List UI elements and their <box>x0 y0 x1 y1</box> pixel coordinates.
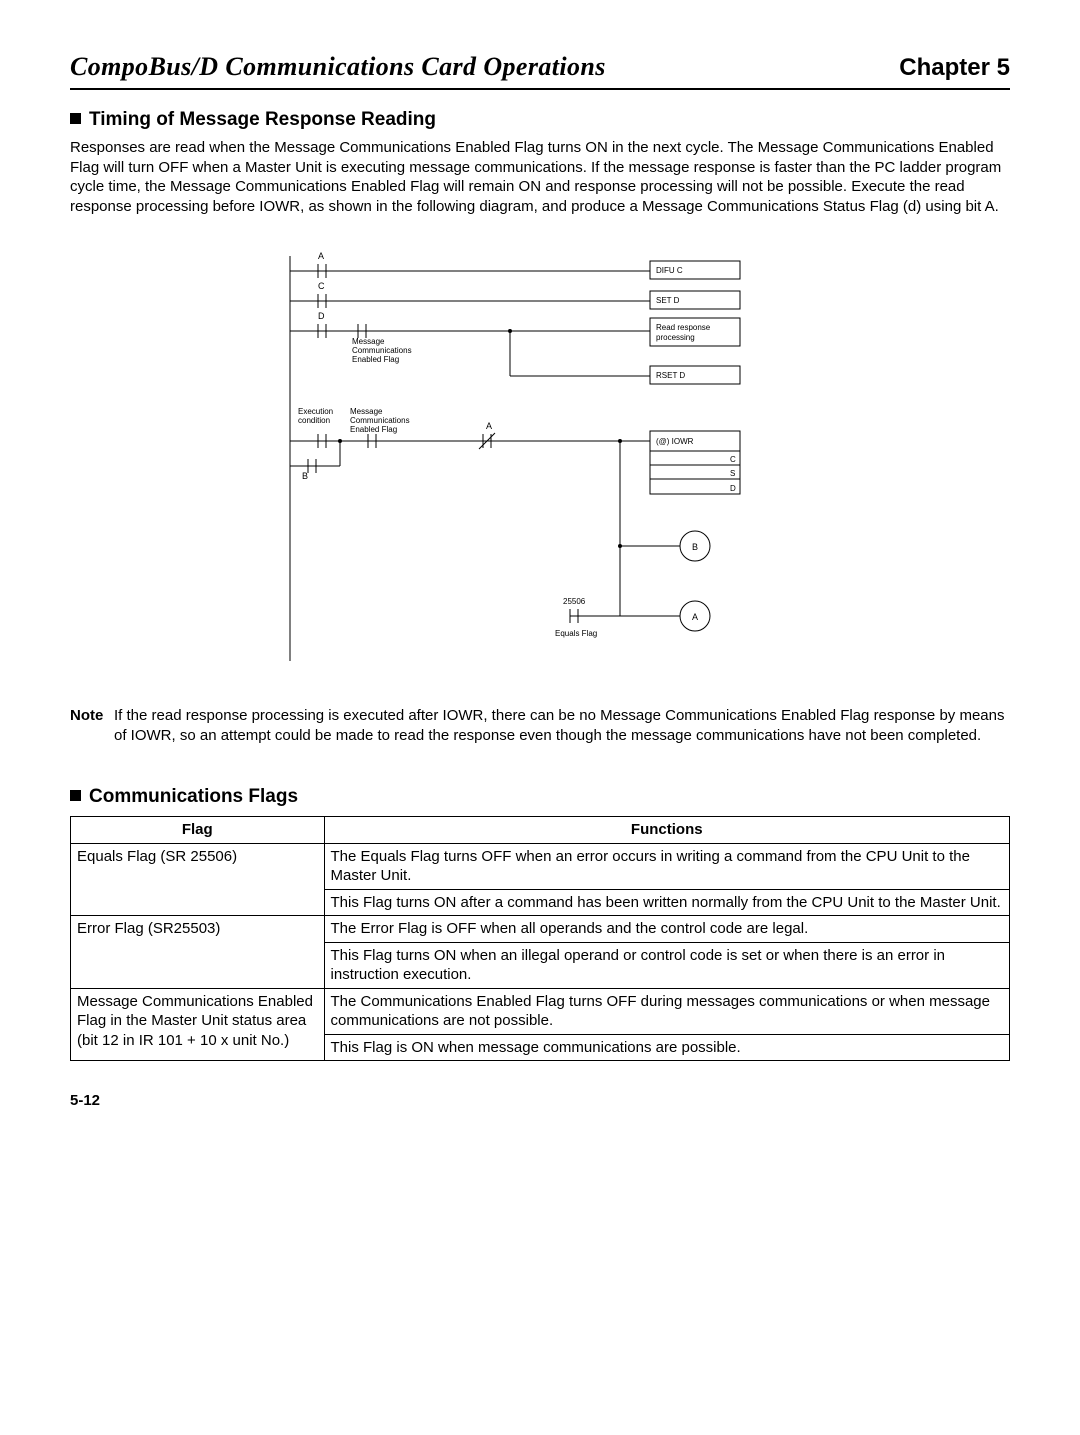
cell-flag: Message Communications Enabled Flag in t… <box>71 988 325 1061</box>
section-heading-timing: Timing of Message Response Reading <box>70 108 1010 133</box>
svg-text:C: C <box>318 281 325 291</box>
svg-text:Enabled Flag: Enabled Flag <box>352 355 399 364</box>
svg-text:Enabled Flag: Enabled Flag <box>350 425 397 434</box>
note-text: If the read response processing is execu… <box>114 706 1010 745</box>
bullet-square-icon <box>70 790 81 801</box>
note-block: Note If the read response processing is … <box>70 706 1010 745</box>
svg-text:SET D: SET D <box>656 296 680 305</box>
svg-text:RSET D: RSET D <box>656 371 685 380</box>
cell-func: The Error Flag is OFF when all operands … <box>324 916 1009 943</box>
svg-text:Communications: Communications <box>350 416 410 425</box>
svg-text:S: S <box>730 469 735 478</box>
svg-text:condition: condition <box>298 416 330 425</box>
header-title: CompoBus/D Communications Card Operation… <box>70 50 606 84</box>
svg-text:A: A <box>318 251 324 261</box>
table-row: Equals Flag (SR 25506) The Equals Flag t… <box>71 843 1010 889</box>
cell-flag: Error Flag (SR25503) <box>71 916 325 989</box>
svg-text:Execution: Execution <box>298 407 333 416</box>
cell-flag: Equals Flag (SR 25506) <box>71 843 325 916</box>
cell-func: The Communications Enabled Flag turns OF… <box>324 988 1009 1034</box>
svg-text:Communications: Communications <box>352 346 412 355</box>
col-header-functions: Functions <box>324 817 1009 844</box>
svg-text:DIFU C: DIFU C <box>656 266 683 275</box>
svg-text:B: B <box>302 471 308 481</box>
section-heading-timing-text: Timing of Message Response Reading <box>89 109 436 130</box>
cell-func: This Flag is ON when message communicati… <box>324 1034 1009 1061</box>
note-label: Note <box>70 706 114 745</box>
table-row: Error Flag (SR25503) The Error Flag is O… <box>71 916 1010 943</box>
svg-text:D: D <box>730 484 736 493</box>
bullet-square-icon <box>70 113 81 124</box>
ladder-diagram: .l { stroke:#000; stroke-width:1; fill:n… <box>270 246 810 676</box>
page-number: 5-12 <box>70 1091 1010 1111</box>
svg-text:A: A <box>692 612 698 622</box>
svg-text:C: C <box>730 455 736 464</box>
page-header: CompoBus/D Communications Card Operation… <box>70 50 1010 90</box>
section-heading-commflags-text: Communications Flags <box>89 786 298 807</box>
svg-text:Equals Flag: Equals Flag <box>555 629 597 638</box>
svg-text:Read response: Read response <box>656 323 711 332</box>
table-row: Message Communications Enabled Flag in t… <box>71 988 1010 1034</box>
svg-text:Message: Message <box>350 407 383 416</box>
timing-paragraph: Responses are read when the Message Comm… <box>70 138 1010 216</box>
cell-func: This Flag turns ON after a command has b… <box>324 889 1009 916</box>
section-heading-commflags: Communications Flags <box>70 785 1010 810</box>
cell-func: The Equals Flag turns OFF when an error … <box>324 843 1009 889</box>
svg-text:Message: Message <box>352 337 385 346</box>
svg-text:processing: processing <box>656 333 695 342</box>
col-header-flag: Flag <box>71 817 325 844</box>
communications-flags-table: Flag Functions Equals Flag (SR 25506) Th… <box>70 816 1010 1061</box>
svg-text:D: D <box>318 311 325 321</box>
svg-text:A: A <box>486 421 492 431</box>
svg-text:(@) IOWR: (@) IOWR <box>656 437 694 446</box>
cell-func: This Flag turns ON when an illegal opera… <box>324 942 1009 988</box>
chapter-label: Chapter 5 <box>899 52 1010 83</box>
svg-text:B: B <box>692 542 698 552</box>
svg-text:25506: 25506 <box>563 597 586 606</box>
table-header-row: Flag Functions <box>71 817 1010 844</box>
